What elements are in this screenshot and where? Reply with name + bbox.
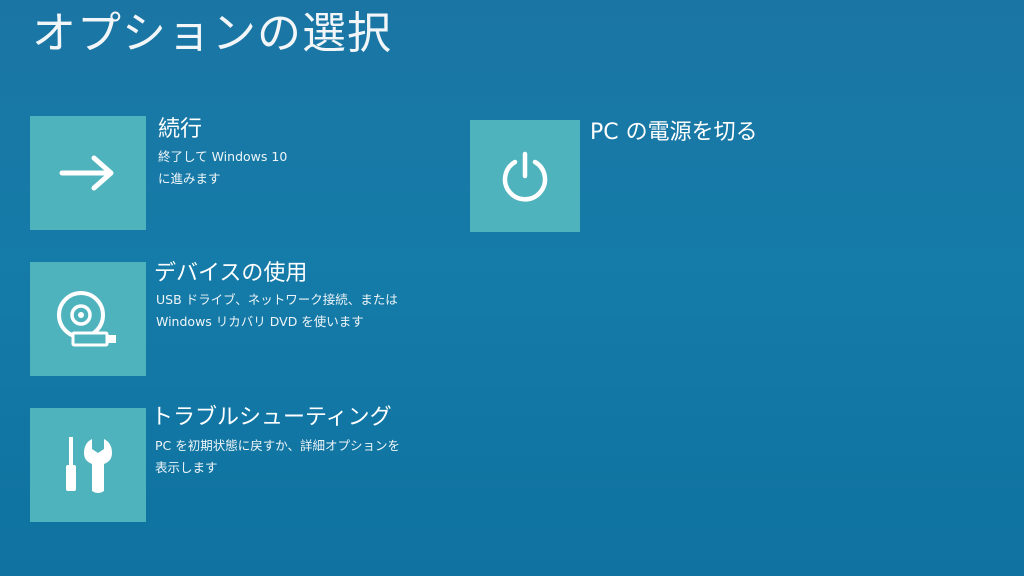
use-device-tile[interactable] [30, 262, 146, 376]
arrow-right-icon [59, 155, 114, 191]
continue-description: 終了して Windows 10 に進みます [158, 146, 287, 190]
troubleshoot-desc-line2: 表示します [155, 460, 218, 475]
turn-off-option[interactable]: PC の電源を切る [470, 120, 790, 236]
troubleshoot-option[interactable]: トラブルシューティング PC を初期状態に戻すか、詳細オプションを 表示します [30, 405, 430, 524]
power-icon [502, 151, 548, 202]
use-device-desc-line1: USB ドライブ、ネットワーク接続、または [156, 292, 398, 307]
continue-desc-line1: 終了して Windows 10 [158, 149, 288, 164]
use-device-description: USB ドライブ、ネットワーク接続、または Windows リカバリ DVD を… [156, 289, 398, 333]
troubleshoot-desc-line1: PC を初期状態に戻すか、詳細オプションを [155, 438, 400, 453]
screwdriver-wrench-icon [66, 437, 112, 493]
use-device-option[interactable]: デバイスの使用 USB ドライブ、ネットワーク接続、または Windows リカ… [30, 261, 430, 378]
troubleshoot-tile[interactable] [30, 408, 146, 522]
disc-usb-icon [57, 291, 116, 347]
troubleshoot-title: トラブルシューティング [151, 405, 392, 430]
continue-title: 続行 [158, 117, 203, 142]
turn-off-title: PC の電源を切る [590, 120, 758, 145]
use-device-desc-line2: Windows リカバリ DVD を使います [156, 314, 364, 329]
continue-option[interactable]: 続行 終了して Windows 10 に進みます [30, 116, 320, 232]
continue-desc-line2: に進みます [158, 171, 221, 186]
page-title: オプションの選択 [32, 8, 392, 59]
troubleshoot-description: PC を初期状態に戻すか、詳細オプションを 表示します [155, 435, 400, 479]
use-device-title: デバイスの使用 [154, 261, 308, 286]
continue-tile[interactable] [30, 116, 146, 230]
turn-off-tile[interactable] [470, 120, 580, 232]
